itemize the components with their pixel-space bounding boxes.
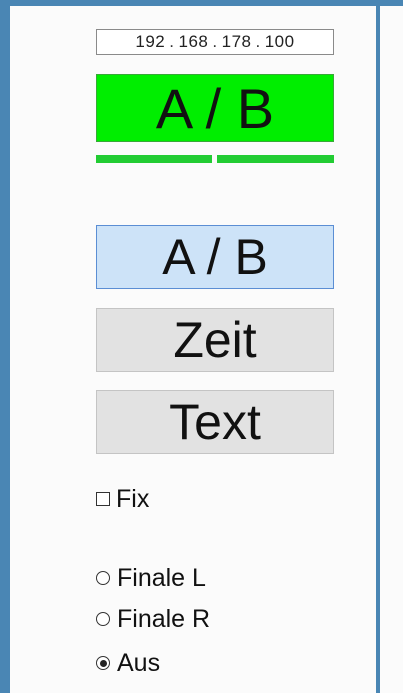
- ip-address-input[interactable]: 192 . 168 . 178 . 100: [96, 29, 334, 55]
- ab-button[interactable]: A / B: [96, 225, 334, 289]
- fix-checkbox[interactable]: [96, 492, 110, 506]
- aus-radio-option[interactable]: Aus: [96, 648, 160, 678]
- ip-separator: .: [212, 32, 218, 51]
- window-right-border: [376, 0, 380, 693]
- zeit-button[interactable]: Zeit: [96, 308, 334, 372]
- ip-octet-2[interactable]: 168: [179, 32, 209, 52]
- ip-octet-3[interactable]: 178: [222, 32, 252, 52]
- radio-selected-dot: [99, 659, 107, 667]
- window-left-border: [0, 0, 10, 693]
- fix-checkbox-label: Fix: [116, 484, 150, 513]
- ip-octet-1[interactable]: 192: [135, 32, 165, 52]
- finale-r-radio[interactable]: [96, 612, 110, 626]
- status-display: A / B: [96, 74, 334, 142]
- finale-l-radio[interactable]: [96, 571, 110, 585]
- status-bar-left: [96, 155, 212, 163]
- app-panel: 192 . 168 . 178 . 100 A / B A / B Zeit T…: [0, 0, 403, 693]
- fix-checkbox-option[interactable]: Fix: [96, 484, 149, 514]
- window-top-border: [0, 0, 403, 6]
- ip-separator: .: [169, 32, 175, 51]
- finale-l-radio-label: Finale L: [117, 563, 206, 592]
- ip-octet-4[interactable]: 100: [265, 32, 295, 52]
- ip-separator: .: [255, 32, 261, 51]
- status-bar-right: [217, 155, 334, 163]
- finale-r-radio-option[interactable]: Finale R: [96, 604, 210, 634]
- text-button[interactable]: Text: [96, 390, 334, 454]
- aus-radio-label: Aus: [117, 648, 161, 677]
- finale-l-radio-option[interactable]: Finale L: [96, 563, 206, 593]
- aus-radio[interactable]: [96, 656, 110, 670]
- finale-r-radio-label: Finale R: [117, 604, 211, 633]
